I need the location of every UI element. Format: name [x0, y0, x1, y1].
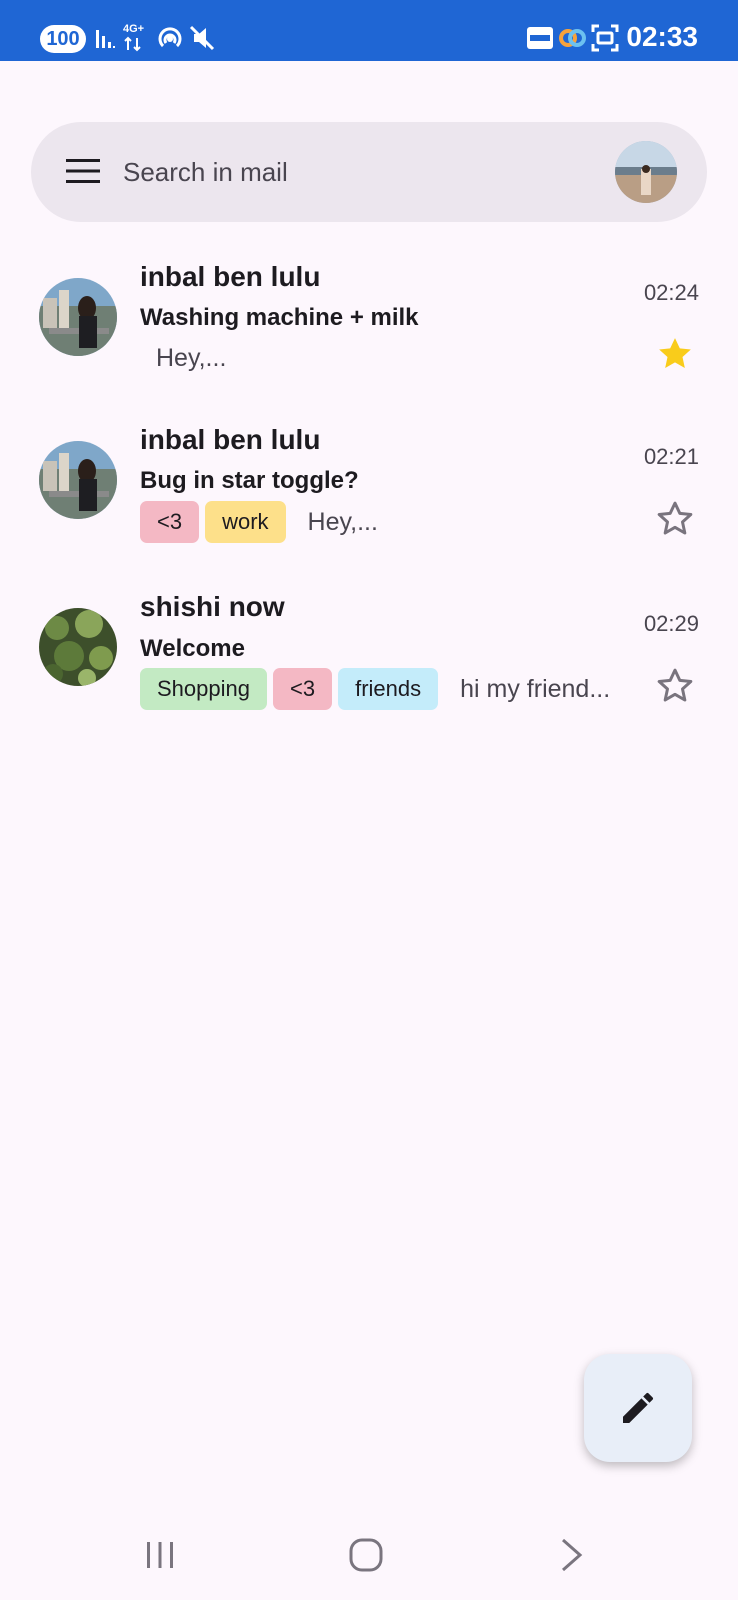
sender-avatar	[39, 608, 117, 686]
star-outline-icon[interactable]	[655, 499, 695, 539]
email-row[interactable]: inbal ben lulu Bug in star toggle? 02:21…	[0, 418, 738, 568]
battery-indicator: 100	[40, 25, 86, 53]
signal-icon	[96, 30, 115, 48]
email-labels: Hey,...	[140, 337, 226, 379]
back-chevron-icon[interactable]	[553, 1535, 593, 1575]
hotspot-icon	[158, 27, 182, 48]
sender-avatar	[39, 441, 117, 519]
search-input[interactable]: Search in mail	[123, 157, 288, 188]
email-sender: inbal ben lulu	[140, 261, 321, 292]
data-arrows-icon	[124, 36, 141, 52]
email-time: 02:24	[643, 280, 699, 305]
email-labels: Shopping <3 friends hi my friend...	[140, 668, 610, 710]
email-time: 02:29	[643, 611, 699, 636]
email-subject: Washing machine + milk	[140, 304, 419, 331]
mute-icon	[189, 25, 215, 51]
email-time: 02:21	[643, 444, 699, 469]
email-sender: shishi now	[140, 591, 285, 622]
recent-apps-icon[interactable]	[140, 1535, 180, 1575]
search-bar[interactable]: Search in mail	[31, 122, 707, 222]
screenshot-icon	[591, 24, 619, 52]
email-subject: Welcome	[140, 635, 245, 662]
network-type-label: 4G+	[123, 23, 145, 35]
email-preview: Hey,...	[307, 507, 378, 536]
label-chip[interactable]: work	[205, 501, 286, 543]
account-avatar[interactable]	[615, 141, 677, 203]
sender-avatar	[39, 278, 117, 356]
label-chip[interactable]: friends	[338, 668, 439, 710]
status-time: 02:33	[626, 21, 698, 52]
pencil-icon	[623, 1392, 654, 1423]
label-chip[interactable]: <3	[140, 501, 200, 543]
email-preview: Hey,...	[156, 343, 227, 372]
label-chip[interactable]: <3	[272, 668, 333, 710]
app-notification-icon	[527, 27, 553, 49]
email-preview: hi my friend...	[460, 674, 611, 703]
email-row[interactable]: shishi now Welcome 02:29 Shopping <3 fri…	[0, 585, 738, 735]
email-labels: <3 work Hey,...	[140, 501, 378, 543]
status-bar: 100 4G+ 02:33	[0, 0, 738, 61]
hamburger-icon[interactable]	[66, 158, 100, 184]
email-sender: inbal ben lulu	[140, 424, 321, 455]
label-chip[interactable]: Shopping	[140, 668, 267, 710]
email-row[interactable]: inbal ben lulu Washing machine + milk 02…	[0, 255, 738, 405]
email-subject: Bug in star toggle?	[140, 467, 359, 494]
star-filled-icon[interactable]	[655, 334, 695, 374]
compose-button[interactable]	[584, 1354, 692, 1462]
star-outline-icon[interactable]	[655, 666, 695, 706]
system-nav-bar	[0, 1505, 738, 1600]
home-icon[interactable]	[346, 1535, 386, 1575]
overlap-circles-icon	[559, 29, 586, 47]
